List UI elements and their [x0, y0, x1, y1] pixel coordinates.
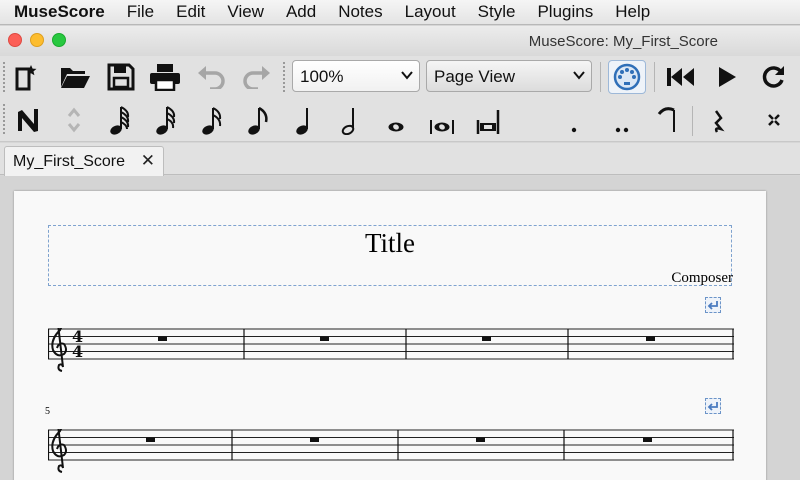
menu-notes[interactable]: Notes [338, 2, 382, 22]
view-mode-value: Page View [434, 67, 515, 86]
tab-label: My_First_Score [13, 153, 126, 170]
eighth-note-icon[interactable] [240, 102, 276, 138]
menu-file[interactable]: File [127, 2, 154, 22]
system-break-icon[interactable] [705, 297, 721, 313]
close-window-button[interactable] [8, 33, 22, 47]
menu-style[interactable]: Style [478, 2, 516, 22]
32nd-note-icon[interactable] [148, 102, 184, 138]
note-input-mode-icon[interactable] [56, 102, 92, 138]
window-title: MuseScore: My_First_Score [528, 33, 718, 50]
app-menu[interactable]: MuseScore [14, 2, 105, 22]
rewind-icon[interactable] [664, 60, 698, 94]
breve-icon[interactable] [424, 102, 460, 138]
rest-icon[interactable] [700, 102, 736, 138]
menu-layout[interactable]: Layout [405, 2, 456, 22]
open-icon[interactable] [58, 60, 92, 94]
undo-icon[interactable] [194, 60, 228, 94]
augmentation-dot-icon[interactable] [556, 102, 592, 138]
staff-system-1[interactable]: 4 4 [48, 328, 734, 372]
zoom-value: 100% [300, 67, 344, 86]
menu-help[interactable]: Help [615, 2, 650, 22]
time-signature: 4 4 [72, 328, 83, 361]
print-icon[interactable] [148, 60, 182, 94]
play-icon[interactable] [710, 60, 744, 94]
score-tab-bar: My_First_Score ✕ [0, 143, 800, 176]
window-title-bar: MuseScore: My_First_Score [0, 26, 800, 56]
whole-rests [146, 437, 652, 442]
toolbar-separator [600, 62, 601, 92]
flip-direction-icon[interactable] [756, 102, 792, 138]
measure-number: 5 [45, 406, 50, 417]
half-note-icon[interactable] [332, 102, 368, 138]
tab-my-first-score[interactable]: My_First_Score ✕ [4, 146, 164, 176]
redo-icon[interactable] [240, 60, 274, 94]
16th-note-icon[interactable] [194, 102, 230, 138]
note-input-icon[interactable] [10, 102, 46, 138]
loop-icon[interactable] [756, 60, 790, 94]
time-signature-bottom: 4 [72, 342, 83, 361]
toolbar-grip[interactable] [3, 62, 7, 92]
minimize-window-button[interactable] [30, 33, 44, 47]
staff-system-2[interactable] [48, 429, 734, 473]
midi-input-icon[interactable] [608, 60, 646, 94]
chevron-down-icon [573, 69, 585, 81]
window-controls [8, 33, 66, 47]
menu-edit[interactable]: Edit [176, 2, 205, 22]
file-toolbar: 100% Page View [0, 56, 800, 98]
64th-note-icon[interactable] [102, 102, 138, 138]
system-break-icon[interactable] [705, 398, 721, 414]
toolbar-grip[interactable] [3, 104, 7, 134]
double-dot-icon[interactable] [604, 102, 640, 138]
zoom-select[interactable]: 100% [292, 60, 420, 92]
chevron-down-icon [401, 69, 413, 81]
menu-bar: MuseScore File Edit View Add Notes Layou… [0, 0, 800, 25]
new-score-icon[interactable] [10, 60, 44, 94]
toolbar-grip[interactable] [283, 62, 287, 92]
whole-note-icon[interactable] [378, 102, 414, 138]
menu-view[interactable]: View [227, 2, 264, 22]
menu-add[interactable]: Add [286, 2, 316, 22]
score-title[interactable]: Title [49, 228, 731, 259]
longa-icon[interactable] [470, 102, 506, 138]
zoom-window-button[interactable] [52, 33, 66, 47]
treble-clef-icon [51, 328, 67, 372]
close-icon[interactable]: ✕ [141, 151, 155, 171]
view-mode-select[interactable]: Page View [426, 60, 592, 92]
note-input-toolbar [0, 98, 800, 142]
toolbar-separator [692, 106, 693, 136]
save-icon[interactable] [104, 60, 138, 94]
quarter-note-icon[interactable] [286, 102, 322, 138]
toolbar-separator [654, 62, 655, 92]
treble-clef-icon [51, 429, 67, 473]
score-canvas[interactable]: Title Composer 5 4 4 [0, 176, 800, 480]
tie-icon[interactable] [650, 102, 686, 138]
score-composer[interactable]: Composer [671, 270, 733, 287]
title-frame[interactable]: Title Composer [48, 225, 733, 287]
score-page[interactable]: Title Composer 5 4 4 [14, 191, 766, 480]
menu-plugins[interactable]: Plugins [537, 2, 593, 22]
